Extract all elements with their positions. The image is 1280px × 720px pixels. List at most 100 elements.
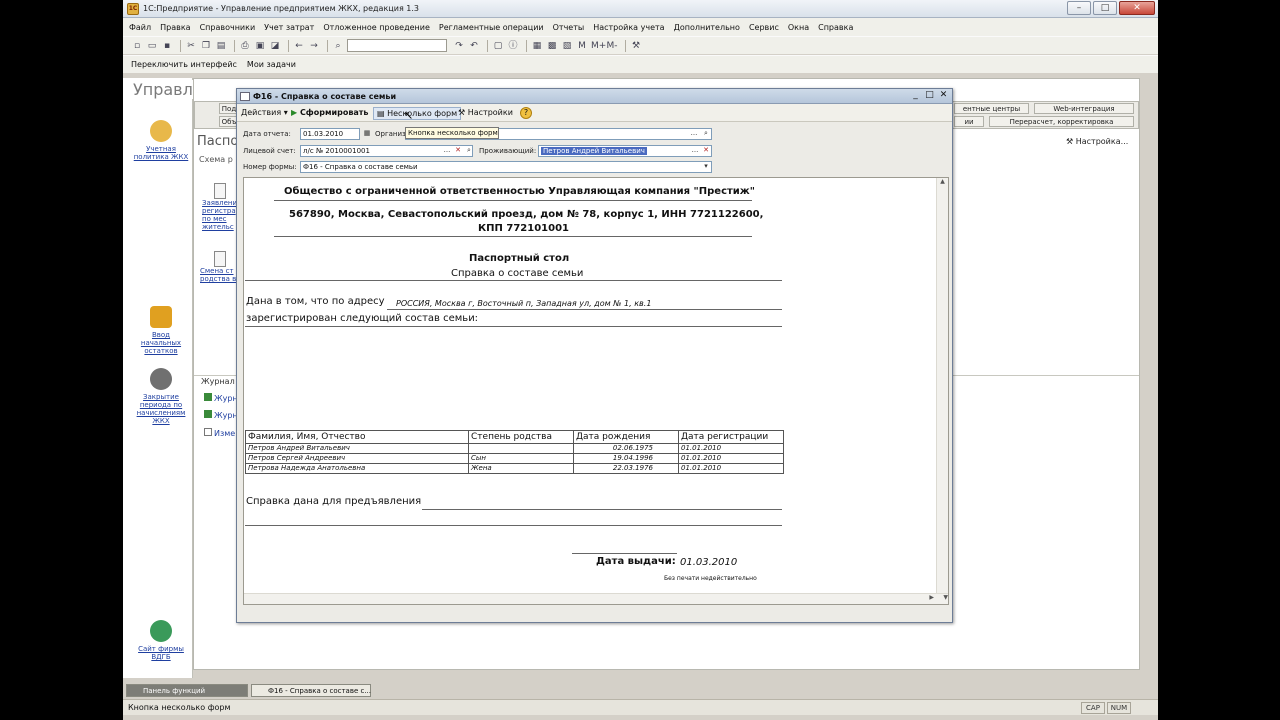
window-icon[interactable]: ▢ — [492, 40, 504, 52]
calendar-icon[interactable]: ▦ — [531, 40, 543, 52]
switch-interface-button[interactable]: Переключить интерфейс — [131, 60, 237, 69]
registered-text: зарегистрирован следующий состав семьи: — [246, 313, 479, 324]
minimize-button[interactable]: _ — [910, 91, 921, 101]
policy-link[interactable]: Учетная политика ЖКХ — [133, 120, 189, 161]
menu-reports[interactable]: Отчеты — [553, 23, 585, 32]
select-button[interactable]: ... — [442, 146, 452, 156]
col-relation: Степень родства — [468, 430, 574, 444]
calculator-icon[interactable]: ▩ — [546, 40, 558, 52]
journal-item[interactable]: Изме — [204, 428, 235, 438]
menu-service[interactable]: Сервис — [749, 23, 779, 32]
search-icon[interactable]: ⌕ — [464, 146, 474, 156]
find-prev-icon[interactable]: ↶ — [468, 40, 480, 52]
actions-menu[interactable]: Действия ▾ — [241, 107, 288, 120]
memo-icon[interactable]: ▧ — [561, 40, 573, 52]
back-icon[interactable]: ← — [293, 40, 305, 52]
table-row: Петров Сергей Андреевич Сын 19.04.1996 0… — [245, 453, 784, 464]
help-icon[interactable]: ? — [520, 107, 532, 119]
minimize-button[interactable]: – — [1067, 1, 1091, 15]
tab-cost-centers[interactable]: ентные центры — [954, 103, 1029, 114]
tooltip: Кнопка несколько форм — [405, 127, 499, 139]
period-close-link[interactable]: Закрытие периода по начислениям ЖКХ — [133, 368, 189, 425]
clear-icon[interactable]: ✕ — [453, 146, 463, 156]
tab-ii[interactable]: ии — [954, 116, 984, 127]
forward-icon[interactable]: → — [308, 40, 320, 52]
form-select[interactable]: Ф16 - Справка о составе семьи — [300, 161, 712, 173]
clear-icon[interactable]: ✕ — [701, 146, 711, 156]
report-window: Ф16 - Справка о составе семьи _ □ ✕ Дейс… — [236, 88, 953, 623]
menu-deferred[interactable]: Отложенное проведение — [323, 23, 430, 32]
copy-icon[interactable]: ❐ — [200, 40, 212, 52]
clear-icon[interactable]: ◪ — [269, 40, 281, 52]
gear-icon — [150, 368, 172, 390]
given-text: Дана в том, что по адресу — [246, 296, 385, 307]
report-toolbar: Действия ▾ ▶ Сформировать ▤ Несколько фо… — [237, 104, 952, 122]
vdgb-site-link[interactable]: Сайт фирмы ВДГБ — [133, 620, 189, 661]
settings-link[interactable]: ⚒ Настройка... — [1066, 137, 1128, 146]
menu-file[interactable]: Файл — [129, 23, 151, 32]
tab-report-window[interactable]: Ф16 - Справка о составе с... — [251, 684, 371, 697]
window-title: 1С:Предприятие - Управление предприятием… — [143, 4, 420, 13]
tab-recalculation[interactable]: Перерасчет, корректировка — [989, 116, 1134, 127]
menu-catalogs[interactable]: Справочники — [200, 23, 256, 32]
chevron-down-icon[interactable]: ▾ — [701, 162, 711, 172]
vertical-scrollbar[interactable]: ▲ — [936, 178, 948, 594]
menu-additional[interactable]: Дополнительно — [674, 23, 740, 32]
date-field[interactable]: 01.03.2010 — [300, 128, 360, 140]
org-name: Общество с ограниченной ответственностью… — [284, 186, 755, 197]
my-tasks-button[interactable]: Мои задачи — [247, 60, 296, 69]
menu-settings[interactable]: Настройка учета — [593, 23, 664, 32]
menu-routine[interactable]: Регламентные операции — [439, 23, 544, 32]
menu-edit[interactable]: Правка — [160, 23, 190, 32]
new-icon[interactable]: ▫ — [131, 40, 143, 52]
menu-costs[interactable]: Учет затрат — [264, 23, 314, 32]
multi-form-button[interactable]: ▤ Несколько форм — [373, 107, 462, 120]
tab-function-panel[interactable]: Панель функций — [126, 684, 248, 697]
paste-icon[interactable]: ▤ — [215, 40, 227, 52]
maximize-button[interactable]: □ — [1093, 1, 1117, 15]
print-icon[interactable]: ⎙ — [239, 40, 251, 52]
select-button[interactable]: ... — [689, 129, 699, 139]
generate-button[interactable]: ▶ Сформировать — [291, 107, 369, 120]
menu-help[interactable]: Справка — [818, 23, 853, 32]
col-name: Фамилия, Имя, Отчество — [245, 430, 469, 444]
close-button[interactable]: ✕ — [938, 91, 949, 101]
journal-item[interactable]: Журн — [204, 393, 238, 403]
tab-web-integration[interactable]: Web-интеграция — [1034, 103, 1134, 114]
scroll-down-icon[interactable]: ▼ — [943, 594, 948, 601]
cut-icon[interactable]: ✂ — [185, 40, 197, 52]
menu-windows[interactable]: Окна — [788, 23, 809, 32]
save-icon[interactable]: ▪ — [161, 40, 173, 52]
issue-date: 01.03.2010 — [680, 557, 738, 568]
maximize-button[interactable]: □ — [924, 91, 935, 101]
scroll-up-icon[interactable]: ▲ — [937, 178, 948, 185]
close-button[interactable]: ✕ — [1119, 1, 1155, 15]
status-text: Кнопка несколько форм — [128, 703, 231, 712]
report-document: Общество с ограниченной ответственностью… — [243, 177, 949, 605]
web-icon — [150, 620, 172, 642]
calendar-icon[interactable]: ▦ — [362, 129, 372, 139]
scroll-right-icon[interactable]: ▶ — [929, 594, 934, 601]
m-icon[interactable]: M — [576, 40, 588, 52]
open-icon[interactable]: ▭ — [146, 40, 158, 52]
tools-icon[interactable]: ⚒ — [630, 40, 642, 52]
journal-item[interactable]: Журн — [204, 410, 238, 420]
m-minus-icon[interactable]: M- — [606, 40, 618, 52]
resident-field[interactable]: Петров Андрей Витальевич — [538, 145, 712, 157]
horizontal-scrollbar[interactable]: ▶ ▼ — [244, 593, 948, 604]
search-icon[interactable]: ⌕ — [332, 40, 344, 52]
menu-bar: Файл Правка Справочники Учет затрат Отло… — [123, 18, 1158, 36]
report-icon — [240, 92, 250, 101]
preview-icon[interactable]: ▣ — [254, 40, 266, 52]
search-icon[interactable]: ⌕ — [701, 129, 711, 139]
info-icon[interactable]: ⓘ — [507, 40, 519, 52]
address-line-1: 567890, Москва, Севастопольский проезд, … — [289, 209, 764, 220]
date-label: Дата отчета: — [243, 130, 291, 138]
search-input[interactable] — [347, 39, 447, 52]
settings-button[interactable]: ⚒ Настройки — [458, 107, 513, 120]
m-plus-icon[interactable]: M+ — [591, 40, 606, 52]
num-indicator: NUM — [1107, 702, 1131, 714]
select-button[interactable]: ... — [690, 146, 700, 156]
balances-link[interactable]: Ввод начальных остатков — [133, 306, 189, 355]
find-next-icon[interactable]: ↷ — [453, 40, 465, 52]
